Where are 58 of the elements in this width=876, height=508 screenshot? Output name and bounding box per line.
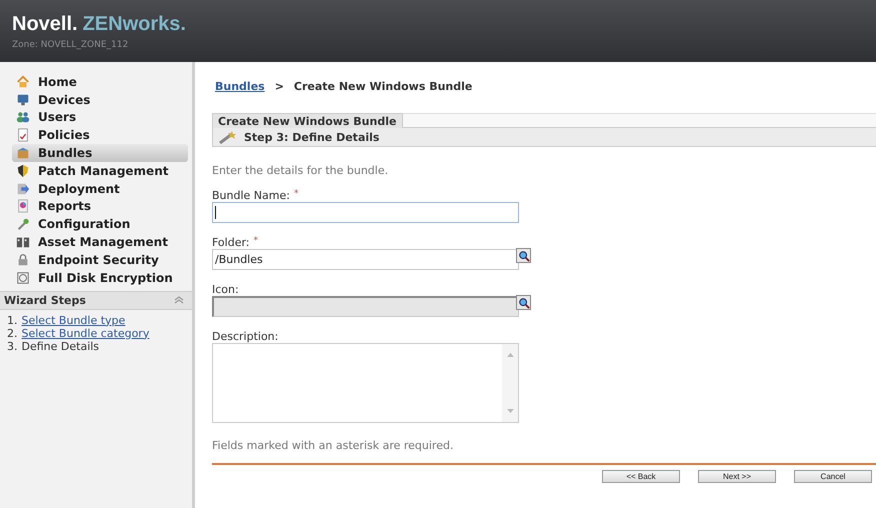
wand-icon [218,130,238,144]
document-icon [16,128,30,142]
input-field[interactable] [212,202,519,223]
disk-icon [16,270,30,285]
breadcrumb-link[interactable]: Bundles [215,80,265,95]
collapse-icon[interactable] [174,295,184,306]
arrow-icon [16,182,30,196]
field-label: Icon: [212,283,239,296]
step-title: Step 3: Define Details [244,130,380,144]
wrench-icon [16,217,30,232]
breadcrumb-current: Create New Windows Bundle [294,80,472,95]
nav-item[interactable]: Users [14,108,188,126]
field-label: Description: [212,330,278,343]
house-icon [16,74,30,89]
required-mark: * [294,189,298,201]
search-button[interactable] [516,248,531,263]
nav-item[interactable]: Home [14,73,188,91]
monitor-icon [16,92,30,107]
brand-logo: Novell. [12,13,78,35]
intro-text: Enter the details for the bundle. [212,164,390,177]
step-link[interactable]: Select Bundle type [22,314,126,327]
wizard-button[interactable]: Next >> [698,470,776,483]
step-number: 3. [7,340,18,353]
chart-icon [16,199,30,214]
step-number: 1. [7,314,18,327]
step-link[interactable]: Select Bundle category [22,326,150,340]
zone-label: Zone: NOVELL_ZONE_112 [12,40,130,50]
box-icon [16,146,30,160]
nav-item[interactable]: Bundles [12,144,188,162]
nav-item[interactable]: Endpoint Security [14,250,188,269]
wizard-steps-title: Wizard Steps [4,294,86,307]
scroll-down-icon[interactable] [506,409,514,414]
required-note: Fields marked with an asterisk are required. [212,439,454,452]
nav-item[interactable]: Configuration [14,215,188,234]
field-label: Bundle Name: [212,189,290,202]
nav-item[interactable]: Deployment [14,180,188,198]
scrollbar[interactable] [502,344,518,422]
breadcrumb-separator: > [274,80,284,95]
field-label: Folder: [212,236,250,249]
step-number: 2. [7,326,18,340]
input-field[interactable]: /Bundles [212,249,519,270]
nav-item[interactable]: Patch Management [14,162,188,180]
scroll-up-icon[interactable] [506,352,514,357]
product-logo: ZENworks. [82,13,186,35]
nav-item[interactable]: Full Disk Encryption [14,268,188,287]
wizard-button[interactable]: Cancel [794,470,872,483]
people-icon [16,110,30,124]
wizard-button[interactable]: << Back [602,470,680,483]
nav-item[interactable]: Asset Management [14,233,188,251]
nav-item[interactable]: Devices [14,90,188,109]
shield-icon [16,164,30,178]
required-mark: * [254,236,258,248]
nav-item[interactable]: Policies [14,126,188,144]
lock-icon [16,252,30,267]
building-icon [16,235,30,250]
step-label: Define Details [22,340,100,353]
description-field[interactable] [212,343,519,423]
nav-item[interactable]: Reports [14,198,188,216]
